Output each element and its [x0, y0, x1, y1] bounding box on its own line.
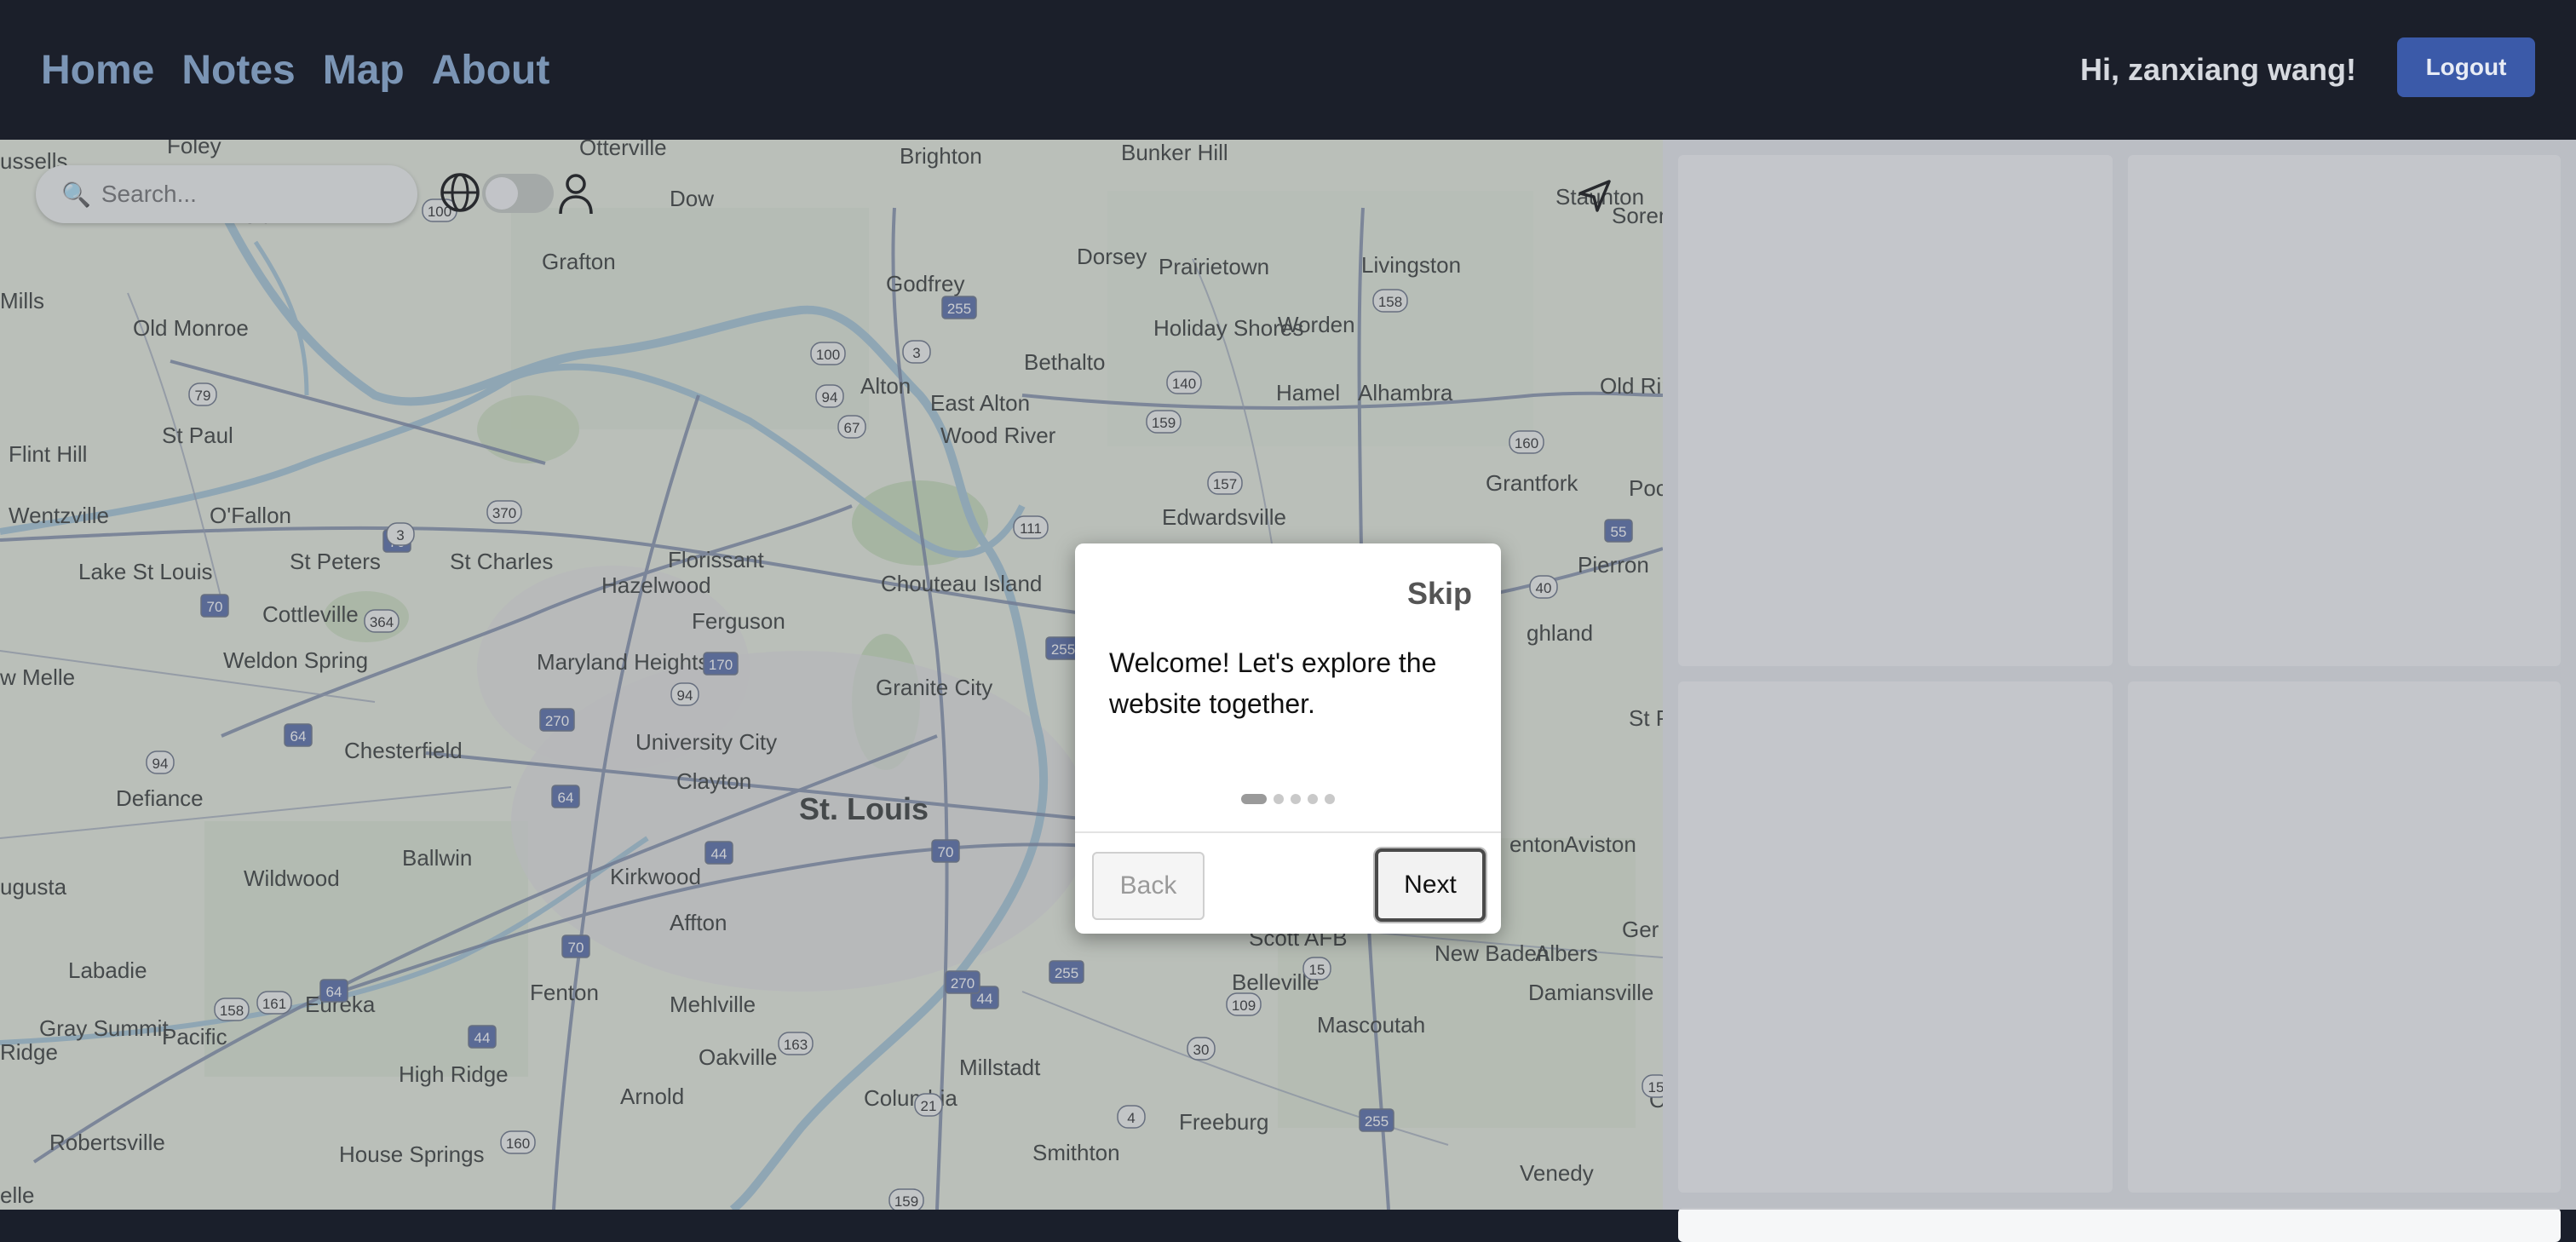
- step-dot: [1274, 794, 1284, 804]
- nav-link-home[interactable]: Home: [41, 47, 154, 94]
- step-dot: [1325, 794, 1335, 804]
- nav-link-map[interactable]: Map: [323, 47, 405, 94]
- back-button[interactable]: Back: [1092, 852, 1205, 920]
- step-dot: [1291, 794, 1301, 804]
- nav-link-about[interactable]: About: [432, 47, 550, 94]
- next-button[interactable]: Next: [1375, 848, 1486, 922]
- tour-dialog: Skip Welcome! Let's explore the website …: [1075, 543, 1501, 934]
- user-greeting: Hi, zanxiang wang!: [2079, 52, 2356, 87]
- step-dot: [1241, 794, 1267, 804]
- tour-message: Welcome! Let's explore the website toget…: [1109, 647, 1437, 719]
- step-dot: [1308, 794, 1318, 804]
- top-nav-bar: Home Notes Map About Hi, zanxiang wang! …: [0, 0, 2576, 140]
- nav-links: Home Notes Map About: [41, 0, 549, 140]
- logout-button[interactable]: Logout: [2397, 37, 2535, 97]
- step-indicator: [1075, 794, 1501, 804]
- dialog-divider: [1075, 831, 1501, 833]
- content-card[interactable]: [1678, 1208, 2561, 1242]
- nav-link-notes[interactable]: Notes: [181, 47, 295, 94]
- skip-button[interactable]: Skip: [1407, 576, 1472, 612]
